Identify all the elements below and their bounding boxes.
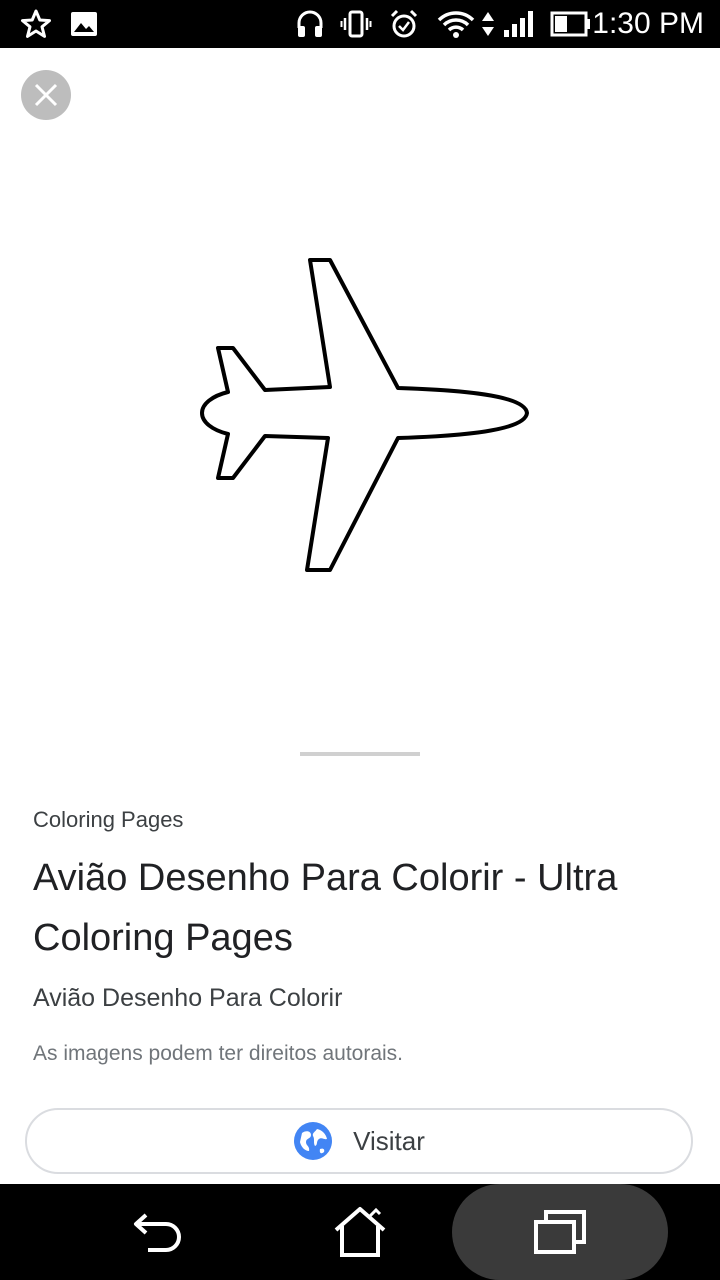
battery-icon (550, 11, 590, 37)
signal-icon (504, 11, 533, 37)
close-button[interactable] (21, 70, 71, 120)
copyright-notice: As imagens podem ter direitos autorais. (33, 1042, 404, 1065)
airplane-drawing (200, 258, 529, 756)
star-icon (21, 9, 51, 38)
headphones-icon (297, 10, 323, 37)
status-bar: 1:30 PM (0, 0, 720, 48)
visit-button[interactable]: Visitar (25, 1108, 693, 1174)
result-image[interactable] (0, 120, 720, 780)
globe-icon (294, 1122, 333, 1160)
navigation-bar (0, 1184, 720, 1280)
recents-icon (534, 1210, 586, 1254)
result-title[interactable]: Avião Desenho Para Colorir - Ultra Color… (33, 848, 683, 968)
data-arrows-icon (482, 12, 494, 36)
alarm-icon (390, 9, 418, 38)
image-icon (71, 12, 97, 36)
source-site[interactable]: Coloring Pages (33, 807, 183, 833)
recents-button[interactable] (510, 1184, 610, 1280)
visit-button-label: Visitar (353, 1125, 425, 1156)
clock: 1:30 PM (592, 7, 704, 40)
home-button[interactable] (310, 1184, 410, 1280)
screen: 1:30 PM Coloring Pages Avião Desenho Par… (0, 0, 720, 1280)
back-icon (134, 1213, 181, 1252)
wifi-icon (437, 11, 475, 38)
vibrate-icon (340, 10, 372, 38)
watermark (300, 752, 420, 756)
close-icon (34, 83, 58, 107)
result-subtitle: Avião Desenho Para Colorir (33, 984, 343, 1012)
back-button[interactable] (110, 1184, 210, 1280)
home-icon (334, 1207, 386, 1257)
